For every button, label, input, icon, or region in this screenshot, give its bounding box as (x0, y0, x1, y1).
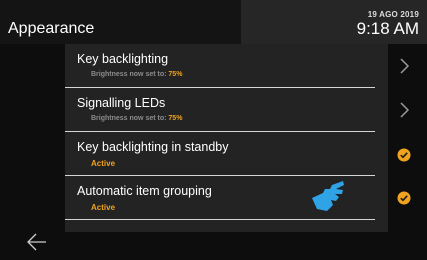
setting-description: Brightness now set to: 75% (91, 71, 182, 78)
chevron-right-icon[interactable] (397, 101, 411, 119)
footer-bar (0, 232, 427, 260)
setting-description: Brightness now set to: 75% (91, 115, 182, 122)
page-title: Appearance (8, 20, 95, 37)
setting-row-key-backlighting-standby[interactable]: Key backlighting in standby Active (65, 132, 388, 176)
header-bar: Appearance 19 AGO 2019 9:18 AM (0, 0, 427, 44)
setting-row-key-backlighting[interactable]: Key backlighting Brightness now set to: … (65, 44, 388, 88)
appearance-screen: Appearance 19 AGO 2019 9:18 AM Key backl… (0, 0, 427, 260)
setting-label: Key backlighting (77, 52, 169, 66)
chevron-right-icon[interactable] (397, 57, 411, 75)
setting-row-signalling-leds[interactable]: Signalling LEDs Brightness now set to: 7… (65, 88, 388, 132)
setting-label: Key backlighting in standby (77, 140, 229, 154)
check-circle-icon[interactable] (397, 191, 411, 205)
tap-hand-icon (312, 181, 344, 211)
brightness-prefix: Brightness now set to: (91, 71, 169, 78)
time-display: 9:18 AM (356, 19, 419, 38)
left-margin (0, 44, 65, 232)
setting-label: Signalling LEDs (77, 96, 166, 110)
back-arrow-icon[interactable] (26, 232, 48, 252)
check-circle-icon[interactable] (397, 148, 411, 162)
setting-label: Automatic item grouping (77, 184, 212, 198)
row-divider (65, 219, 375, 220)
brightness-prefix: Brightness now set to: (91, 115, 169, 122)
brightness-value: 75% (168, 71, 183, 78)
status-text: Active (91, 159, 116, 168)
brightness-value: 75% (168, 115, 183, 122)
date-display: 19 AGO 2019 (367, 10, 419, 19)
status-text: Active (91, 203, 116, 212)
